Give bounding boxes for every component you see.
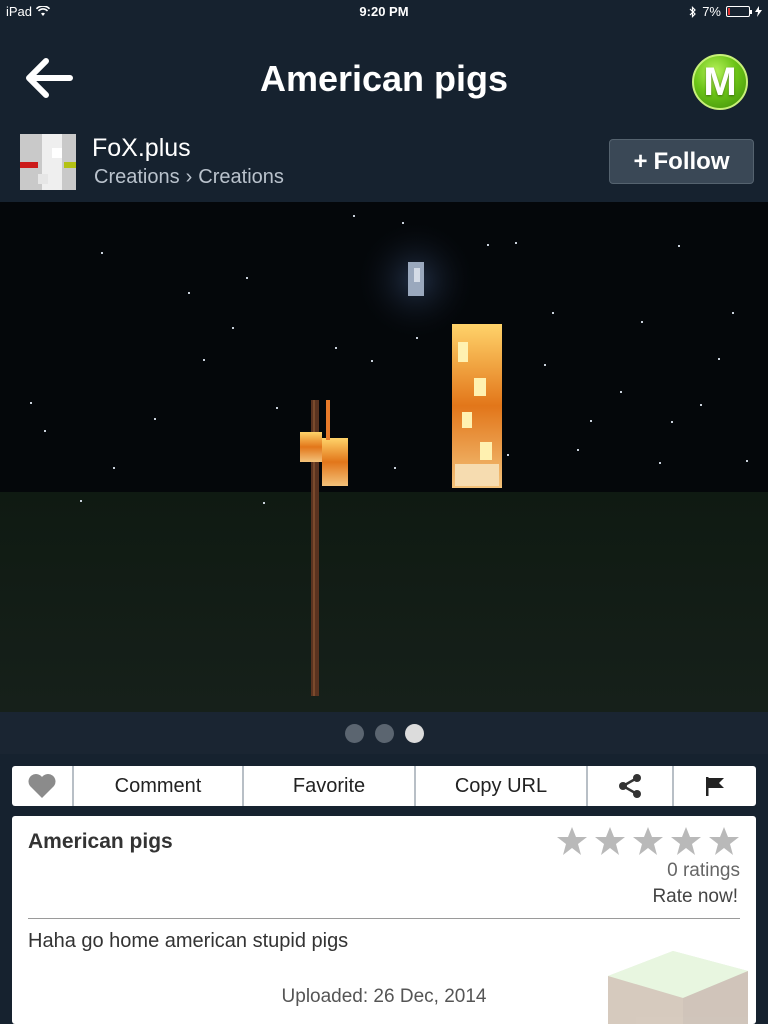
upload-date: Uploaded: 26 Dec, 2014 [281, 986, 487, 1007]
bluetooth-icon [689, 5, 697, 18]
nav-bar: American pigs M [0, 22, 768, 128]
breadcrumb-item[interactable]: Creations [198, 166, 284, 189]
pager-dot-2[interactable] [374, 723, 394, 743]
ratings-count: 0 ratings [667, 860, 740, 881]
creation-image[interactable] [0, 202, 768, 712]
image-pager [0, 712, 768, 754]
like-button[interactable] [12, 766, 72, 806]
creation-description: Haha go home american stupid pigs [28, 930, 349, 952]
app-logo-button[interactable]: M [692, 54, 748, 110]
status-bar: iPad 9:20 PM 7% [0, 0, 768, 22]
flag-icon [706, 777, 724, 796]
battery-percent: 7% [702, 4, 721, 19]
star-icon[interactable] [670, 826, 702, 856]
night-scene-image [0, 202, 768, 712]
star-icon[interactable] [708, 826, 740, 856]
charging-bolt-icon [755, 6, 762, 17]
follow-button[interactable]: + Follow [609, 139, 754, 184]
divider [28, 918, 740, 919]
page-title: American pigs [259, 58, 509, 99]
breadcrumb-item[interactable]: Creations [94, 166, 180, 189]
rate-now-link[interactable]: Rate now! [652, 886, 738, 908]
star-icon[interactable] [594, 826, 626, 856]
creation-title: American pigs [28, 830, 173, 853]
share-icon [619, 774, 641, 798]
creation-detail-card: American pigs 0 ratings Rate now! Haha g… [12, 816, 756, 1024]
pager-dot-3[interactable] [404, 723, 424, 743]
author-name[interactable]: FoX.plus [92, 134, 191, 163]
status-right: 7% [689, 4, 762, 19]
share-button[interactable] [586, 766, 672, 806]
pager-dot-1[interactable] [344, 723, 364, 743]
action-bar: Comment Favorite Copy URL [12, 766, 756, 806]
comment-button[interactable]: Comment [72, 766, 242, 806]
status-time: 9:20 PM [359, 4, 409, 19]
heart-icon [28, 774, 56, 798]
report-button[interactable] [672, 766, 756, 806]
follow-label: Follow [653, 147, 730, 175]
author-row: FoX.plus Creations › Creations + Follow [0, 128, 768, 202]
favorite-button[interactable]: Favorite [242, 766, 414, 806]
star-icon[interactable] [556, 826, 588, 856]
breadcrumb-separator: › [185, 166, 193, 188]
plus-icon: + [633, 147, 648, 175]
star-icon[interactable] [632, 826, 664, 856]
battery-icon [726, 6, 752, 17]
avatar[interactable] [20, 134, 76, 190]
breadcrumb: Creations › Creations [94, 166, 284, 189]
grass-block-thumbnail [608, 951, 748, 1024]
copy-url-button[interactable]: Copy URL [414, 766, 586, 806]
rating-stars[interactable] [556, 826, 740, 856]
